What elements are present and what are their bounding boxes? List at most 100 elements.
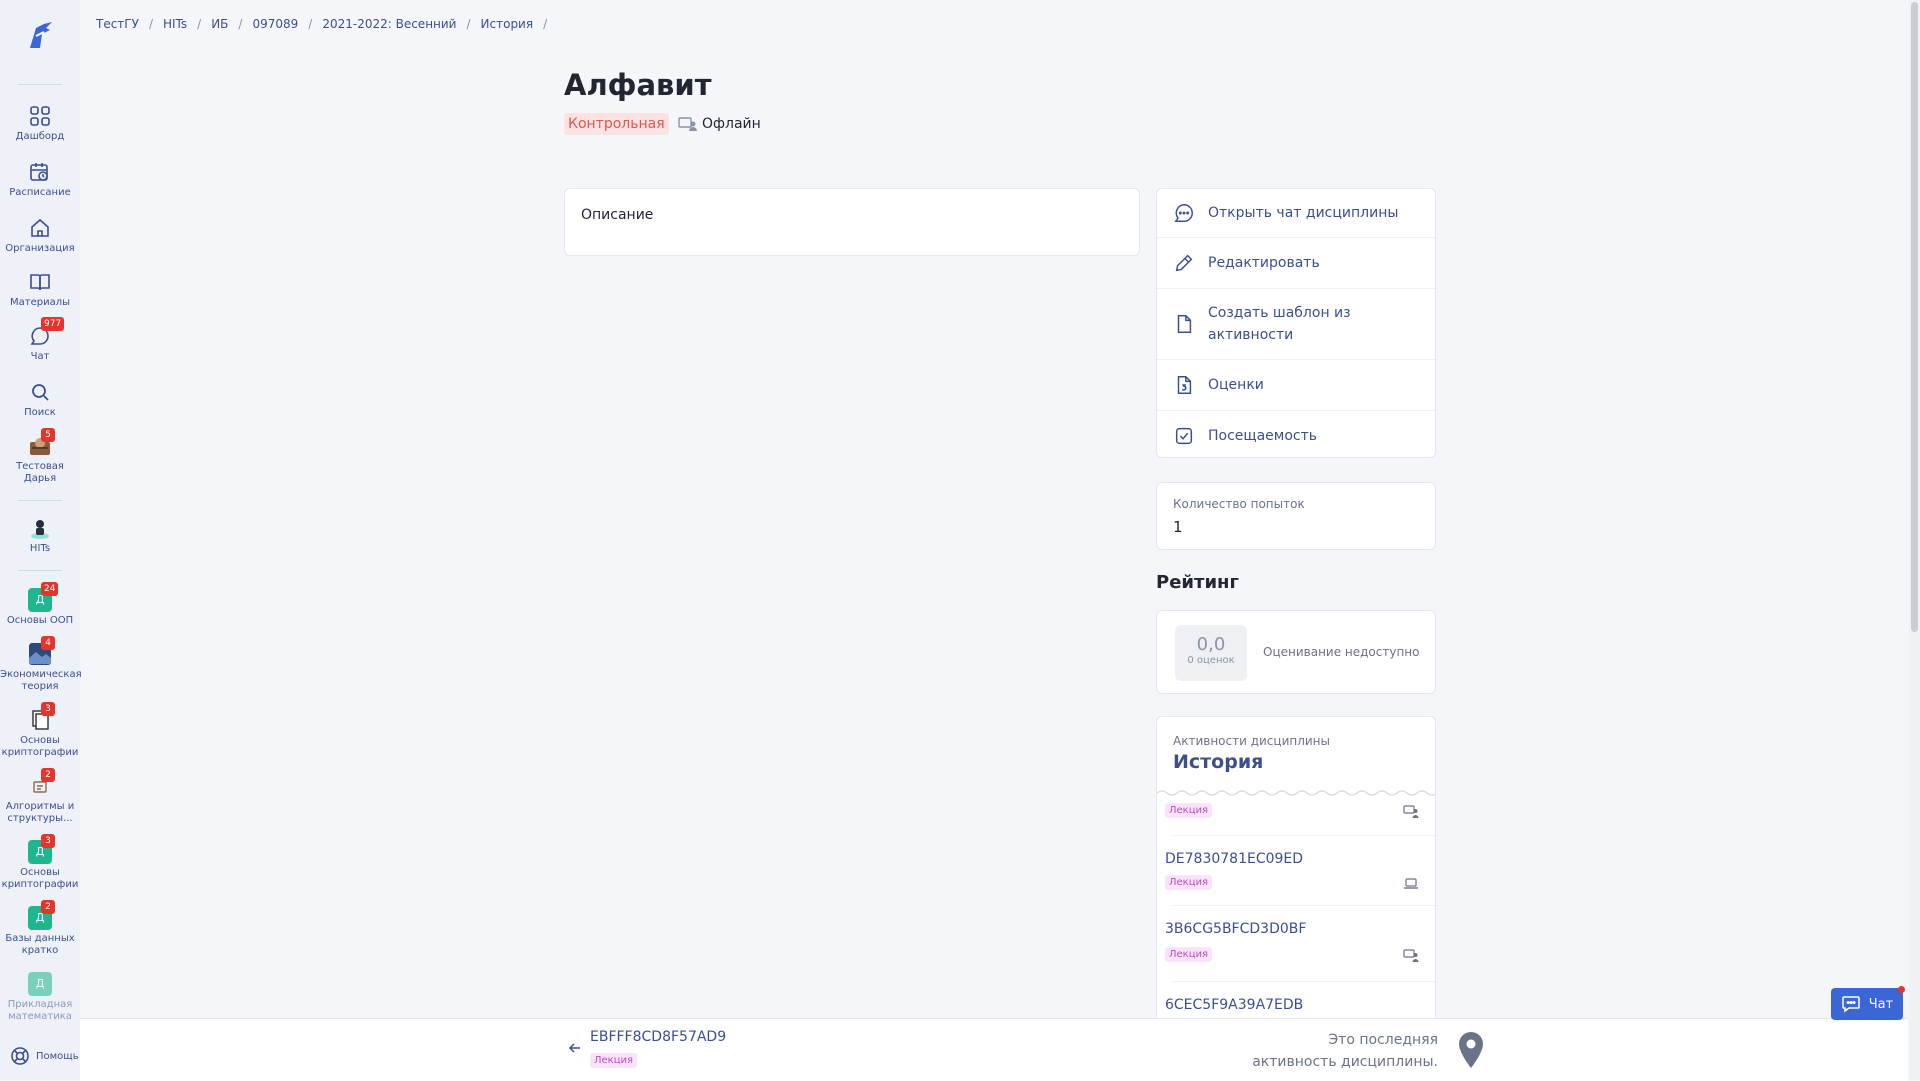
divider [18, 84, 62, 85]
calendar-icon [30, 163, 48, 181]
course-badge: 3 [41, 834, 55, 848]
nav-label: Материалы [10, 297, 70, 308]
create-template-button[interactable]: Создать шаблон из активности [1157, 288, 1435, 359]
activity-title[interactable]: 6CEC5F9A39A7EDB [1165, 997, 1303, 1013]
scrollbar[interactable] [1909, 0, 1920, 1080]
attendance-button[interactable]: Посещаемость [1157, 410, 1435, 461]
open-chat-button[interactable]: Открыть чат дисциплины [1157, 189, 1435, 237]
course-badge: 24 [41, 582, 59, 596]
chat-bubble-icon [1842, 996, 1860, 1013]
nav-search[interactable]: Поиск [0, 380, 80, 419]
activity-item[interactable]: DE7830781EC09ED Лекция [1157, 851, 1435, 909]
course-item[interactable]: Д 3 Основы криптографии [0, 834, 80, 891]
breadcrumb-item[interactable]: История [481, 17, 534, 31]
lecture-badge: Лекция [590, 1053, 638, 1068]
course-label: Алгоритмы и структуры... [5, 801, 75, 824]
offline-icon [678, 117, 697, 131]
activity-mode: Офлайн [678, 116, 761, 132]
course-label: Прикладная математика [7, 999, 73, 1022]
activities-label: Активности дисциплины [1173, 734, 1331, 748]
breadcrumb-item[interactable]: ИБ [211, 17, 228, 31]
course-item[interactable]: 4 Экономическая теория [0, 636, 82, 693]
activity-item[interactable]: 3B6CG5BFCD3D0BF Лекция [1157, 921, 1435, 981]
breadcrumb-item[interactable]: ТестГУ [96, 17, 139, 31]
nav-hits[interactable]: HITs [0, 516, 80, 555]
course-label: Основы криптографии [1, 867, 79, 890]
nav-label: Чат [30, 351, 50, 362]
attempts-card: Количество попыток 1 [1156, 482, 1436, 550]
notification-dot [1898, 986, 1905, 993]
course-item[interactable]: Д Прикладная математика [0, 972, 80, 1023]
divider [1173, 905, 1435, 906]
breadcrumb: ТестГУ / HITs / ИБ/ 097089/ 2021-2022: Вес… [96, 17, 548, 31]
nav-schedule[interactable]: Расписание [0, 160, 80, 199]
last-activity-note: Это последняя активность дисциплины. [1252, 1032, 1438, 1070]
course-label: Основы ООП [6, 615, 74, 626]
nav-materials[interactable]: Материалы [0, 270, 80, 309]
action-label: Создать шаблон из активности [1208, 305, 1351, 343]
course-icon: Д [28, 972, 52, 996]
lifebuoy-icon [11, 1047, 29, 1065]
laptop-icon [1404, 878, 1418, 889]
home-icon [31, 218, 49, 237]
course-badge: 4 [41, 636, 55, 650]
nav-chat[interactable]: 977 Чат [0, 317, 80, 363]
divider [1173, 981, 1435, 982]
score-count: 0 оценок [1187, 655, 1235, 666]
chat-icon [1174, 204, 1193, 222]
wavy-divider [1157, 790, 1435, 796]
previous-activity-link[interactable]: EBFFF8CD8F57AD9 [590, 1029, 726, 1045]
nav-label: HITs [29, 543, 51, 554]
activity-title[interactable]: DE7830781EC09ED [1165, 851, 1303, 867]
activities-title[interactable]: История [1173, 751, 1263, 773]
book-icon [30, 274, 50, 291]
course-item[interactable]: 3 Основы криптографии [0, 702, 80, 759]
activity-item[interactable]: Лекция [1157, 803, 1435, 851]
scrollbar-thumb[interactable] [1911, 2, 1918, 632]
profile-badge: 5 [41, 428, 55, 442]
breadcrumb-item[interactable]: 097089 [252, 17, 298, 31]
logo-icon[interactable] [22, 18, 58, 54]
edit-button[interactable]: Редактировать [1157, 237, 1435, 288]
course-label: Экономическая теория [0, 669, 82, 692]
page-title: Алфавит [564, 68, 712, 102]
checkbox-icon [1175, 427, 1193, 445]
nav-user-profile[interactable]: 5 Тестовая Дарья [0, 428, 80, 485]
lecture-badge: Лекция [1165, 875, 1213, 890]
grades-button[interactable]: Оценки [1157, 359, 1435, 410]
course-badge: 2 [41, 900, 55, 914]
pencil-icon [1175, 254, 1193, 272]
score-box: 0,0 0 оценок [1175, 625, 1247, 681]
nav-dashboard[interactable]: Дашборд [0, 104, 80, 143]
course-badge: 3 [41, 702, 55, 716]
nav-organization[interactable]: Организация [0, 216, 80, 255]
action-label: Оценки [1208, 377, 1264, 393]
course-item[interactable]: Д 2 Базы данных кратко [0, 900, 80, 957]
lecture-badge: Лекция [1165, 947, 1213, 962]
course-label: Базы данных кратко [5, 933, 75, 956]
course-item[interactable]: 2 Алгоритмы и структуры... [0, 768, 80, 825]
activities-card: Активности дисциплины История Лекция DE7… [1156, 716, 1436, 1018]
arrow-left-icon[interactable] [568, 1041, 582, 1055]
nav-label: Организация [5, 243, 75, 254]
nav-label: Расписание [9, 187, 71, 198]
lecture-badge: Лекция [1165, 803, 1213, 818]
activity-item[interactable]: 6CEC5F9A39A7EDB [1157, 997, 1435, 1018]
help-button[interactable]: Помощь [10, 1046, 79, 1066]
chat-badge: 977 [41, 317, 65, 331]
rating-note: Оценивание недоступно [1263, 645, 1420, 659]
chat-widget-button[interactable]: Чат [1831, 986, 1905, 1020]
breadcrumb-item[interactable]: HITs [163, 17, 187, 31]
course-item[interactable]: Д 24 Основы ООП [0, 582, 80, 627]
activity-title[interactable]: 3B6CG5BFCD3D0BF [1165, 921, 1306, 937]
help-label: Помощь [36, 1050, 79, 1062]
divider [1173, 835, 1435, 836]
breadcrumb-item[interactable]: 2021-2022: Весенний [322, 17, 456, 31]
course-badge: 2 [41, 768, 55, 782]
bottom-navigation-bar: EBFFF8CD8F57AD9 Лекция Это последняя акт… [80, 1018, 1908, 1081]
attempts-label: Количество попыток [1173, 497, 1305, 511]
action-label: Открыть чат дисциплины [1208, 205, 1399, 221]
mode-label: Офлайн [702, 116, 761, 132]
sidebar: Дашборд Расписание Организация Материалы… [0, 0, 82, 1080]
document-icon [1177, 315, 1192, 333]
